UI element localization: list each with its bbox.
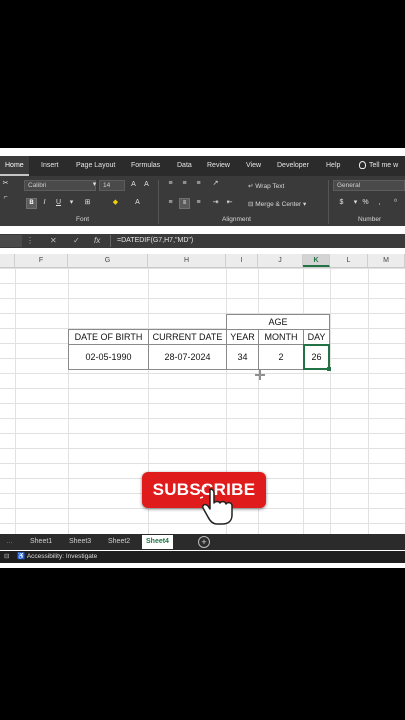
sheet-tab-sheet4[interactable]: Sheet4 bbox=[142, 535, 173, 549]
gridline bbox=[15, 268, 16, 534]
borders-icon[interactable]: ⊞ bbox=[82, 198, 93, 208]
font-color-icon[interactable]: A bbox=[132, 198, 143, 208]
tab-formulas[interactable]: Formulas bbox=[126, 156, 165, 176]
chevron-down-icon[interactable]: ▾ bbox=[91, 180, 98, 190]
comma-icon[interactable]: , bbox=[374, 198, 385, 208]
formula-divider bbox=[110, 235, 111, 247]
underline-button[interactable]: U bbox=[53, 198, 64, 208]
cell-current-date[interactable]: 28-07-2024 bbox=[148, 344, 227, 370]
tab-view[interactable]: View bbox=[241, 156, 266, 176]
age-group-header[interactable]: AGE bbox=[226, 314, 330, 330]
cut-icon[interactable]: ✂ bbox=[0, 179, 11, 189]
currency-icon[interactable]: $ bbox=[336, 198, 347, 208]
italic-button[interactable]: I bbox=[39, 198, 50, 208]
group-alignment-label: Alignment bbox=[222, 216, 251, 223]
name-box[interactable] bbox=[0, 235, 22, 247]
tab-page-layout[interactable]: Page Layout bbox=[71, 156, 120, 176]
status-bar: ⊟ ♿ Accessibility: Investigate bbox=[0, 551, 405, 563]
indent-icon[interactable]: ⇥ bbox=[210, 198, 221, 208]
decrease-font-icon[interactable]: A bbox=[141, 180, 152, 190]
gridline bbox=[303, 268, 304, 534]
enter-check-icon[interactable]: ✓ bbox=[73, 234, 83, 248]
add-sheet-icon[interactable]: + bbox=[198, 536, 210, 548]
header-month[interactable]: MONTH bbox=[258, 329, 304, 345]
number-format-box[interactable]: General bbox=[333, 180, 405, 191]
column-header-h[interactable]: H bbox=[148, 254, 226, 267]
tab-help[interactable]: Help bbox=[321, 156, 345, 176]
bold-button[interactable]: B bbox=[26, 198, 37, 209]
align-bottom-icon[interactable]: ≡ bbox=[193, 179, 204, 189]
align-top-icon[interactable]: ≡ bbox=[165, 179, 176, 189]
align-right-icon[interactable]: ≡ bbox=[193, 198, 204, 208]
tab-review[interactable]: Review bbox=[202, 156, 235, 176]
tab-developer[interactable]: Developer bbox=[272, 156, 314, 176]
tab-home[interactable]: Home bbox=[0, 156, 29, 176]
sheet-tab-sheet2[interactable]: Sheet2 bbox=[104, 535, 134, 549]
gridline bbox=[368, 268, 369, 534]
header-date-of-birth[interactable]: DATE OF BIRTH bbox=[68, 329, 149, 345]
group-number-label: Number bbox=[358, 216, 382, 223]
accessibility-icon: ♿ bbox=[17, 553, 26, 560]
cell-cursor-icon bbox=[255, 367, 265, 380]
chevron-down-icon[interactable]: ▾ bbox=[66, 198, 77, 208]
font-name-box[interactable]: Calibri bbox=[24, 180, 96, 191]
align-left-icon[interactable]: ≡ bbox=[165, 198, 176, 208]
scroll-tabs-icon[interactable]: … bbox=[2, 535, 17, 549]
chevron-down-icon: ▾ bbox=[302, 201, 307, 208]
gridline bbox=[68, 268, 69, 534]
cancel-icon[interactable]: ✕ bbox=[50, 234, 60, 248]
formula-input[interactable]: =DATEDIF(G7,H7,"MD") bbox=[117, 234, 193, 248]
column-header-m[interactable]: M bbox=[368, 254, 405, 267]
sheet-tabs-bar: … Sheet1 Sheet3 Sheet2 Sheet4 + bbox=[0, 534, 405, 550]
tab-data[interactable]: Data bbox=[172, 156, 197, 176]
fill-color-icon[interactable]: ◆ bbox=[110, 198, 121, 208]
format-painter-icon[interactable]: ⌐ bbox=[0, 193, 11, 203]
more-options-icon[interactable]: ⋮ bbox=[26, 234, 34, 248]
accessibility-status[interactable]: Accessibility: Investigate bbox=[27, 553, 97, 560]
gridline bbox=[330, 268, 331, 534]
cell-day-selected[interactable]: 26 bbox=[303, 344, 330, 370]
cell-mode-icon: ⊟ bbox=[4, 553, 10, 560]
group-font-label: Font bbox=[76, 216, 90, 223]
column-header-f[interactable]: F bbox=[15, 254, 68, 267]
header-year[interactable]: YEAR bbox=[226, 329, 259, 345]
column-headers: F G H I J K L M bbox=[0, 254, 405, 268]
ribbon: ✂ ⌐ Calibri ▾ 14 A A B I U ▾ ⊞ ◆ A Font … bbox=[0, 176, 405, 226]
formula-bar: ⋮ ✕ ✓ fx =DATEDIF(G7,H7,"MD") bbox=[0, 234, 405, 248]
sheet-tab-sheet1[interactable]: Sheet1 bbox=[26, 535, 56, 549]
increase-font-icon[interactable]: A bbox=[128, 180, 139, 190]
fill-handle[interactable] bbox=[327, 367, 331, 371]
align-center-button[interactable]: ≡ bbox=[179, 198, 190, 209]
merge-icon: ⊟ bbox=[248, 201, 254, 208]
tab-insert[interactable]: Insert bbox=[36, 156, 64, 176]
group-divider bbox=[158, 180, 159, 224]
tell-me-search[interactable]: Tell me w bbox=[354, 156, 403, 176]
column-header-i[interactable]: I bbox=[226, 254, 258, 267]
column-header-k[interactable]: K bbox=[303, 254, 330, 267]
column-header-l[interactable]: L bbox=[330, 254, 368, 267]
wrap-text-button[interactable]: ↵ Wrap Text bbox=[248, 182, 284, 190]
column-header-j[interactable]: J bbox=[258, 254, 303, 267]
row-header-corner[interactable] bbox=[0, 254, 15, 267]
lightbulb-icon bbox=[359, 161, 366, 170]
ribbon-tabs: Home Insert Page Layout Formulas Data Re… bbox=[0, 156, 405, 176]
align-middle-icon[interactable]: ≡ bbox=[179, 179, 190, 189]
header-current-date[interactable]: CURRENT DATE bbox=[148, 329, 227, 345]
hand-pointer-icon bbox=[199, 484, 244, 526]
font-size-box[interactable]: 14 bbox=[99, 180, 125, 191]
decimal-icon[interactable]: ⁰ bbox=[390, 198, 401, 208]
sheet-tab-sheet3[interactable]: Sheet3 bbox=[65, 535, 95, 549]
wrap-text-icon: ↵ bbox=[248, 183, 254, 190]
header-day[interactable]: DAY bbox=[303, 329, 330, 345]
orientation-icon[interactable]: ↗ bbox=[210, 179, 221, 189]
group-divider bbox=[328, 180, 329, 224]
cell-date-of-birth[interactable]: 02-05-1990 bbox=[68, 344, 149, 370]
column-header-g[interactable]: G bbox=[68, 254, 148, 267]
merge-center-button[interactable]: ⊟ Merge & Center ▾ bbox=[248, 200, 306, 208]
insert-function-icon[interactable]: fx bbox=[94, 234, 106, 248]
outdent-icon[interactable]: ⇤ bbox=[224, 198, 235, 208]
percent-icon[interactable]: % bbox=[360, 198, 371, 208]
